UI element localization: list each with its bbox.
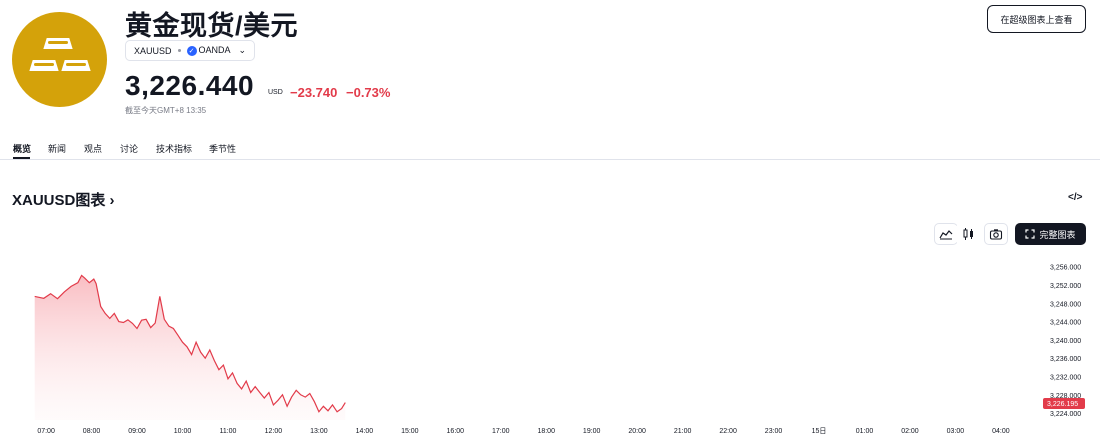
y-axis-tick-label: 3,252.000	[1050, 283, 1081, 290]
view-on-supercharts-button[interactable]: 在超级图表上查看	[987, 5, 1086, 33]
tab-news[interactable]: 新闻	[48, 142, 66, 155]
as-of-timestamp: 截至今天GMT+8 13:35	[125, 106, 207, 115]
x-axis-tick-label: 12:00	[265, 428, 283, 435]
verified-check-icon: ✓	[186, 46, 197, 56]
x-axis-tick-label: 13:00	[310, 428, 328, 435]
separator-dot	[177, 49, 181, 52]
candlestick-button[interactable]	[956, 223, 980, 245]
y-axis-tick-label: 3,256.000	[1050, 265, 1081, 272]
x-axis-tick-label: 19:00	[583, 428, 601, 435]
source-name: ✓ OANDA	[186, 45, 231, 56]
y-axis-tick-label: 3,248.000	[1050, 301, 1081, 308]
camera-icon	[989, 229, 1003, 240]
full-chart-button[interactable]: 完整图表	[1015, 223, 1086, 245]
price-currency: USD	[268, 89, 283, 96]
y-axis-tick-label: 3,224.000	[1050, 411, 1081, 418]
price-chart[interactable]: 3,256.000 3,252.000 3,248.000 3,244.000 3,24…	[0, 250, 1100, 441]
price-area-fill	[34, 275, 346, 420]
x-axis-tick-label: 04:00	[992, 428, 1010, 435]
x-axis-tick-label: 22:00	[719, 428, 737, 435]
full-chart-label: 完整图表	[1039, 229, 1076, 240]
y-axis-tick-label: 3,244.000	[1050, 320, 1081, 327]
chart-section-title[interactable]: XAUUSD图表 ›	[12, 189, 115, 210]
x-axis-tick-label: 08:00	[83, 428, 101, 435]
chevron-down-icon: ⌄	[238, 45, 247, 55]
x-axis-tick-label: 15日	[812, 427, 827, 435]
tab-seasonals[interactable]: 季节性	[209, 142, 236, 155]
x-axis-tick-label: 14:00	[356, 428, 374, 435]
x-axis-tick-label: 16:00	[447, 428, 465, 435]
last-price: 3,226.440	[125, 70, 255, 101]
x-axis-tick-label: 21:00	[674, 428, 692, 435]
symbol-selector[interactable]: XAUUSD ✓ OANDA ⌄	[125, 40, 256, 61]
gold-bars-logo	[12, 12, 107, 107]
x-axis-tick-label: 10:00	[174, 428, 192, 435]
x-axis-tick-label: 17:00	[492, 428, 510, 435]
price-change-percent: −0.73%	[346, 85, 391, 100]
chart-title-text: XAUUSD图表	[12, 192, 106, 209]
y-axis-tick-label: 3,232.000	[1050, 374, 1081, 381]
page-title: 黄金现货/美元	[125, 11, 299, 41]
tab-overview[interactable]: 概览	[13, 142, 31, 155]
x-axis-tick-label: 20:00	[628, 428, 646, 435]
area-chart-icon	[939, 230, 953, 240]
section-tabs: 概览 新闻 观点 讨论 技术指标 季节性	[0, 136, 1100, 160]
active-tab-indicator	[13, 157, 30, 159]
x-axis-tick-label: 15:00	[401, 428, 419, 435]
x-axis-tick-label: 03:00	[947, 428, 965, 435]
embed-code-icon[interactable]: </>	[1068, 192, 1082, 203]
source-label: OANDA	[198, 45, 231, 55]
y-axis-tick-label: 3,240.000	[1050, 338, 1081, 345]
x-axis-tick-label: 23:00	[765, 428, 783, 435]
x-axis-tick-label: 02:00	[901, 428, 919, 435]
candlestick-icon	[963, 228, 973, 240]
expand-icon	[1025, 229, 1036, 239]
x-axis-tick-label: 07:00	[37, 428, 55, 435]
chevron-right-icon: ›	[109, 192, 115, 209]
tab-ideas[interactable]: 观点	[84, 142, 102, 155]
last-price-label: 3,226.195	[1047, 401, 1078, 408]
x-axis-tick-label: 18:00	[537, 428, 555, 435]
tab-technicals[interactable]: 技术指标	[156, 142, 192, 155]
tab-discussion[interactable]: 讨论	[120, 142, 138, 155]
price-change: −23.740	[290, 85, 338, 100]
snapshot-button[interactable]	[984, 223, 1008, 245]
symbol-ticker: XAUUSD	[134, 45, 172, 56]
y-axis-tick-label: 3,236.000	[1050, 356, 1081, 363]
x-axis-tick-label: 11:00	[219, 428, 236, 435]
area-chart-button[interactable]	[934, 223, 958, 245]
x-axis-tick-label: 09:00	[128, 428, 146, 435]
x-axis-tick-label: 01:00	[856, 428, 874, 435]
